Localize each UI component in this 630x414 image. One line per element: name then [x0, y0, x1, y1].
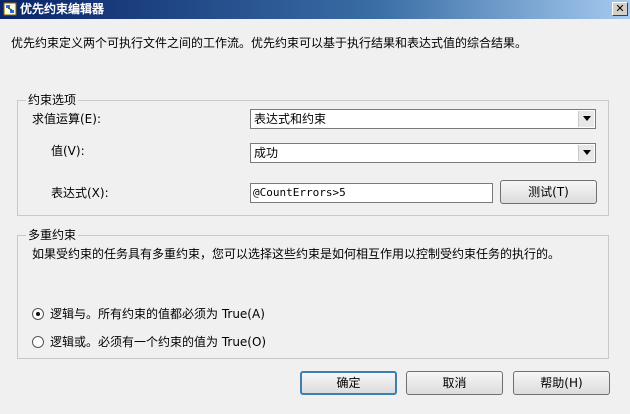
evaluation-operation-value: 表达式和约束 — [254, 112, 327, 126]
title-bar[interactable]: 优先约束编辑器 ✕ — [0, 0, 630, 19]
help-button[interactable]: 帮助(H) — [513, 371, 610, 395]
test-button[interactable]: 测试(T) — [500, 180, 597, 204]
ok-button[interactable]: 确定 — [300, 371, 397, 395]
dropdown-arrow-icon[interactable] — [578, 145, 594, 161]
multiple-constraints-legend: 多重约束 — [26, 227, 79, 243]
dialog-description: 优先约束定义两个可执行文件之间的工作流。优先约束可以基于执行结果和表达式值的综合… — [11, 36, 528, 50]
cancel-button[interactable]: 取消 — [406, 371, 503, 395]
expression-input[interactable]: @CountErrors>5 — [250, 183, 493, 203]
window-title: 优先约束编辑器 — [20, 2, 105, 16]
close-icon: ✕ — [615, 2, 625, 15]
multiple-constraints-description: 如果受约束的任务具有多重约束，您可以选择这些约束是如何相互作用以控制受约束任务的… — [32, 247, 561, 261]
close-button[interactable]: ✕ — [612, 2, 628, 16]
constraint-options-legend: 约束选项 — [26, 92, 79, 108]
logical-or-label[interactable]: 逻辑或。必须有一个约束的值为 True(O) — [50, 334, 266, 350]
logical-or-radio[interactable] — [32, 336, 44, 348]
value-dropdown[interactable]: 成功 — [250, 143, 596, 163]
evaluation-operation-label: 求值运算(E): — [32, 112, 101, 126]
evaluation-operation-dropdown[interactable]: 表达式和约束 — [250, 109, 596, 129]
logical-and-radio[interactable] — [32, 308, 44, 320]
value-label: 值(V): — [51, 144, 85, 158]
multiple-constraints-group: 多重约束 如果受约束的任务具有多重约束，您可以选择这些约束是如何相互作用以控制受… — [17, 227, 609, 359]
precedence-constraint-editor-dialog: 优先约束编辑器 ✕ 优先约束定义两个可执行文件之间的工作流。优先约束可以基于执行… — [0, 0, 630, 414]
dropdown-arrow-icon[interactable] — [578, 111, 594, 127]
app-icon — [3, 2, 17, 16]
constraint-options-group: 约束选项 求值运算(E): 表达式和约束 值(V): 成功 表达式(X): @C… — [17, 92, 609, 216]
value-dropdown-value: 成功 — [254, 146, 279, 160]
expression-label: 表达式(X): — [51, 186, 109, 200]
logical-and-label[interactable]: 逻辑与。所有约束的值都必须为 True(A) — [50, 306, 265, 322]
